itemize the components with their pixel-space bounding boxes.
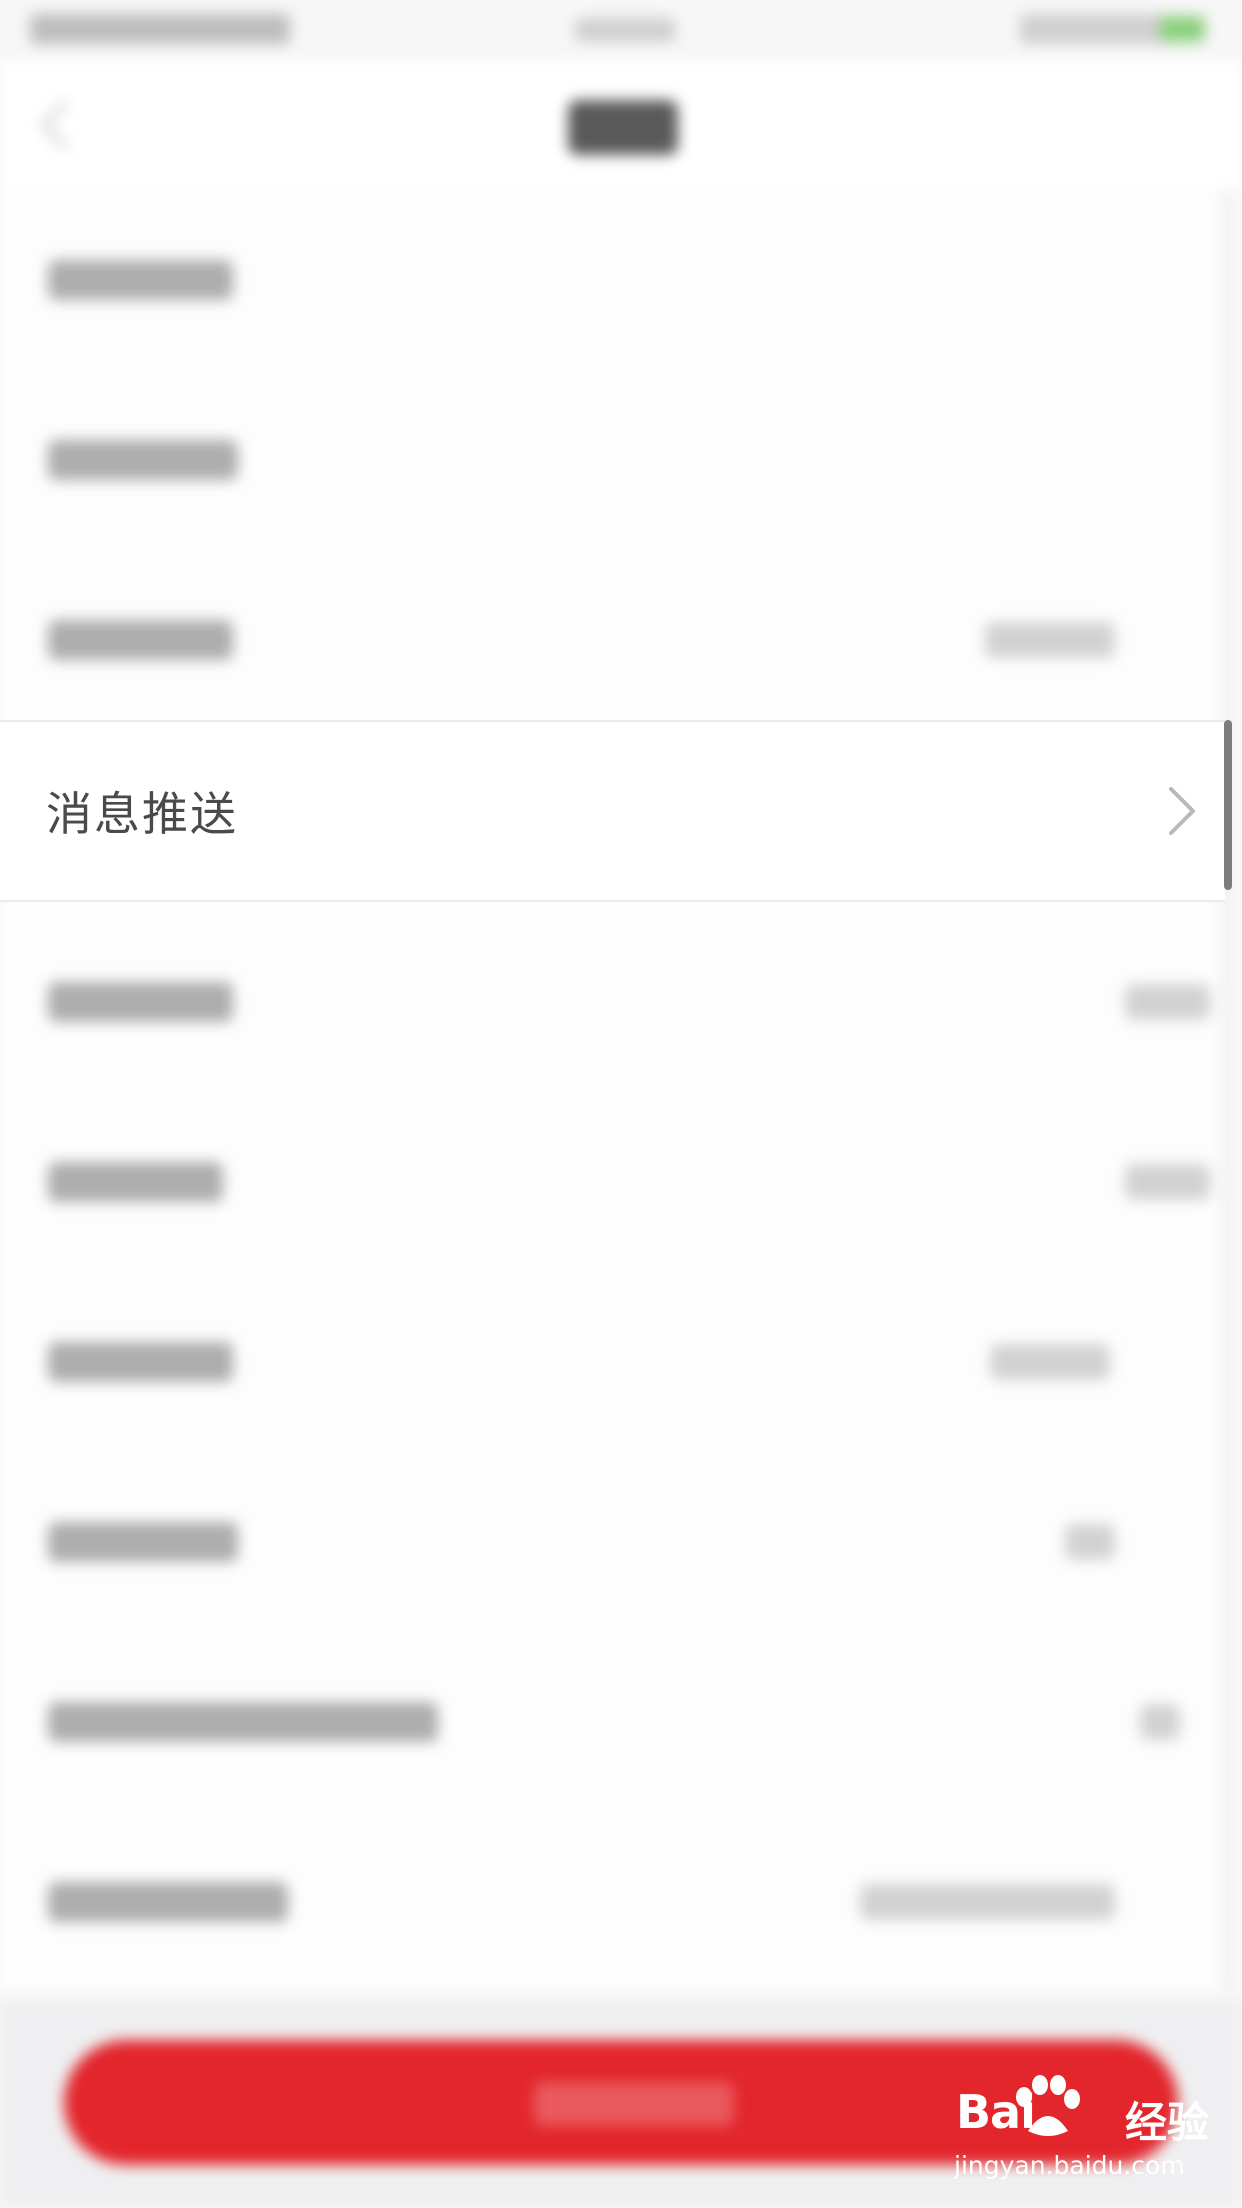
list-item-label [48,260,233,300]
list-item-label [48,1702,438,1742]
status-bar-time [575,18,675,42]
chevron-right-icon [1169,787,1195,835]
list-item-label [48,440,238,480]
list-item-value [1125,984,1210,1020]
list-item[interactable] [0,1452,1242,1632]
settings-list-blurred [0,190,1242,1992]
list-item-value [860,1884,1115,1920]
list-item-label [48,1342,233,1382]
list-item-value [1125,1164,1210,1200]
list-item[interactable] [0,912,1242,1092]
list-item-label [48,1882,288,1922]
list-item-label: 消息推送 [46,787,238,841]
back-arrow-icon[interactable] [40,100,90,150]
list-item[interactable] [0,1632,1242,1812]
list-item[interactable] [0,370,1242,550]
list-item-value [990,1344,1110,1380]
list-item-label [48,620,233,660]
list-item[interactable] [0,1812,1242,1992]
status-bar-indicators [1020,14,1170,44]
list-item-label [48,1522,238,1562]
navigation-bar [0,60,1242,190]
list-item[interactable] [0,1092,1242,1272]
list-item[interactable] [0,1272,1242,1452]
watermark-brand-suffix: 经验 [1125,2098,1210,2147]
battery-icon [1160,16,1205,42]
list-item-message-push[interactable]: 消息推送 [0,720,1225,902]
status-bar [0,0,1242,60]
list-item-label [48,982,233,1022]
status-bar-carrier [30,14,290,44]
list-item[interactable] [0,550,1242,730]
list-item-value [1140,1704,1180,1740]
list-item[interactable] [0,190,1242,370]
page-title-placeholder [568,100,678,155]
list-item-value [985,622,1115,658]
primary-action-button-label [534,2082,734,2126]
baidu-jingyan-watermark: Bai 经验 jingyan.baidu.com [950,2075,1220,2185]
list-item-label [48,1162,223,1202]
scrollbar-thumb[interactable] [1224,720,1232,890]
scroll-track [1222,190,1234,1990]
watermark-brand: Bai [956,2085,1036,2139]
watermark-url: jingyan.baidu.com [954,2151,1185,2180]
list-item-value [1065,1524,1115,1560]
